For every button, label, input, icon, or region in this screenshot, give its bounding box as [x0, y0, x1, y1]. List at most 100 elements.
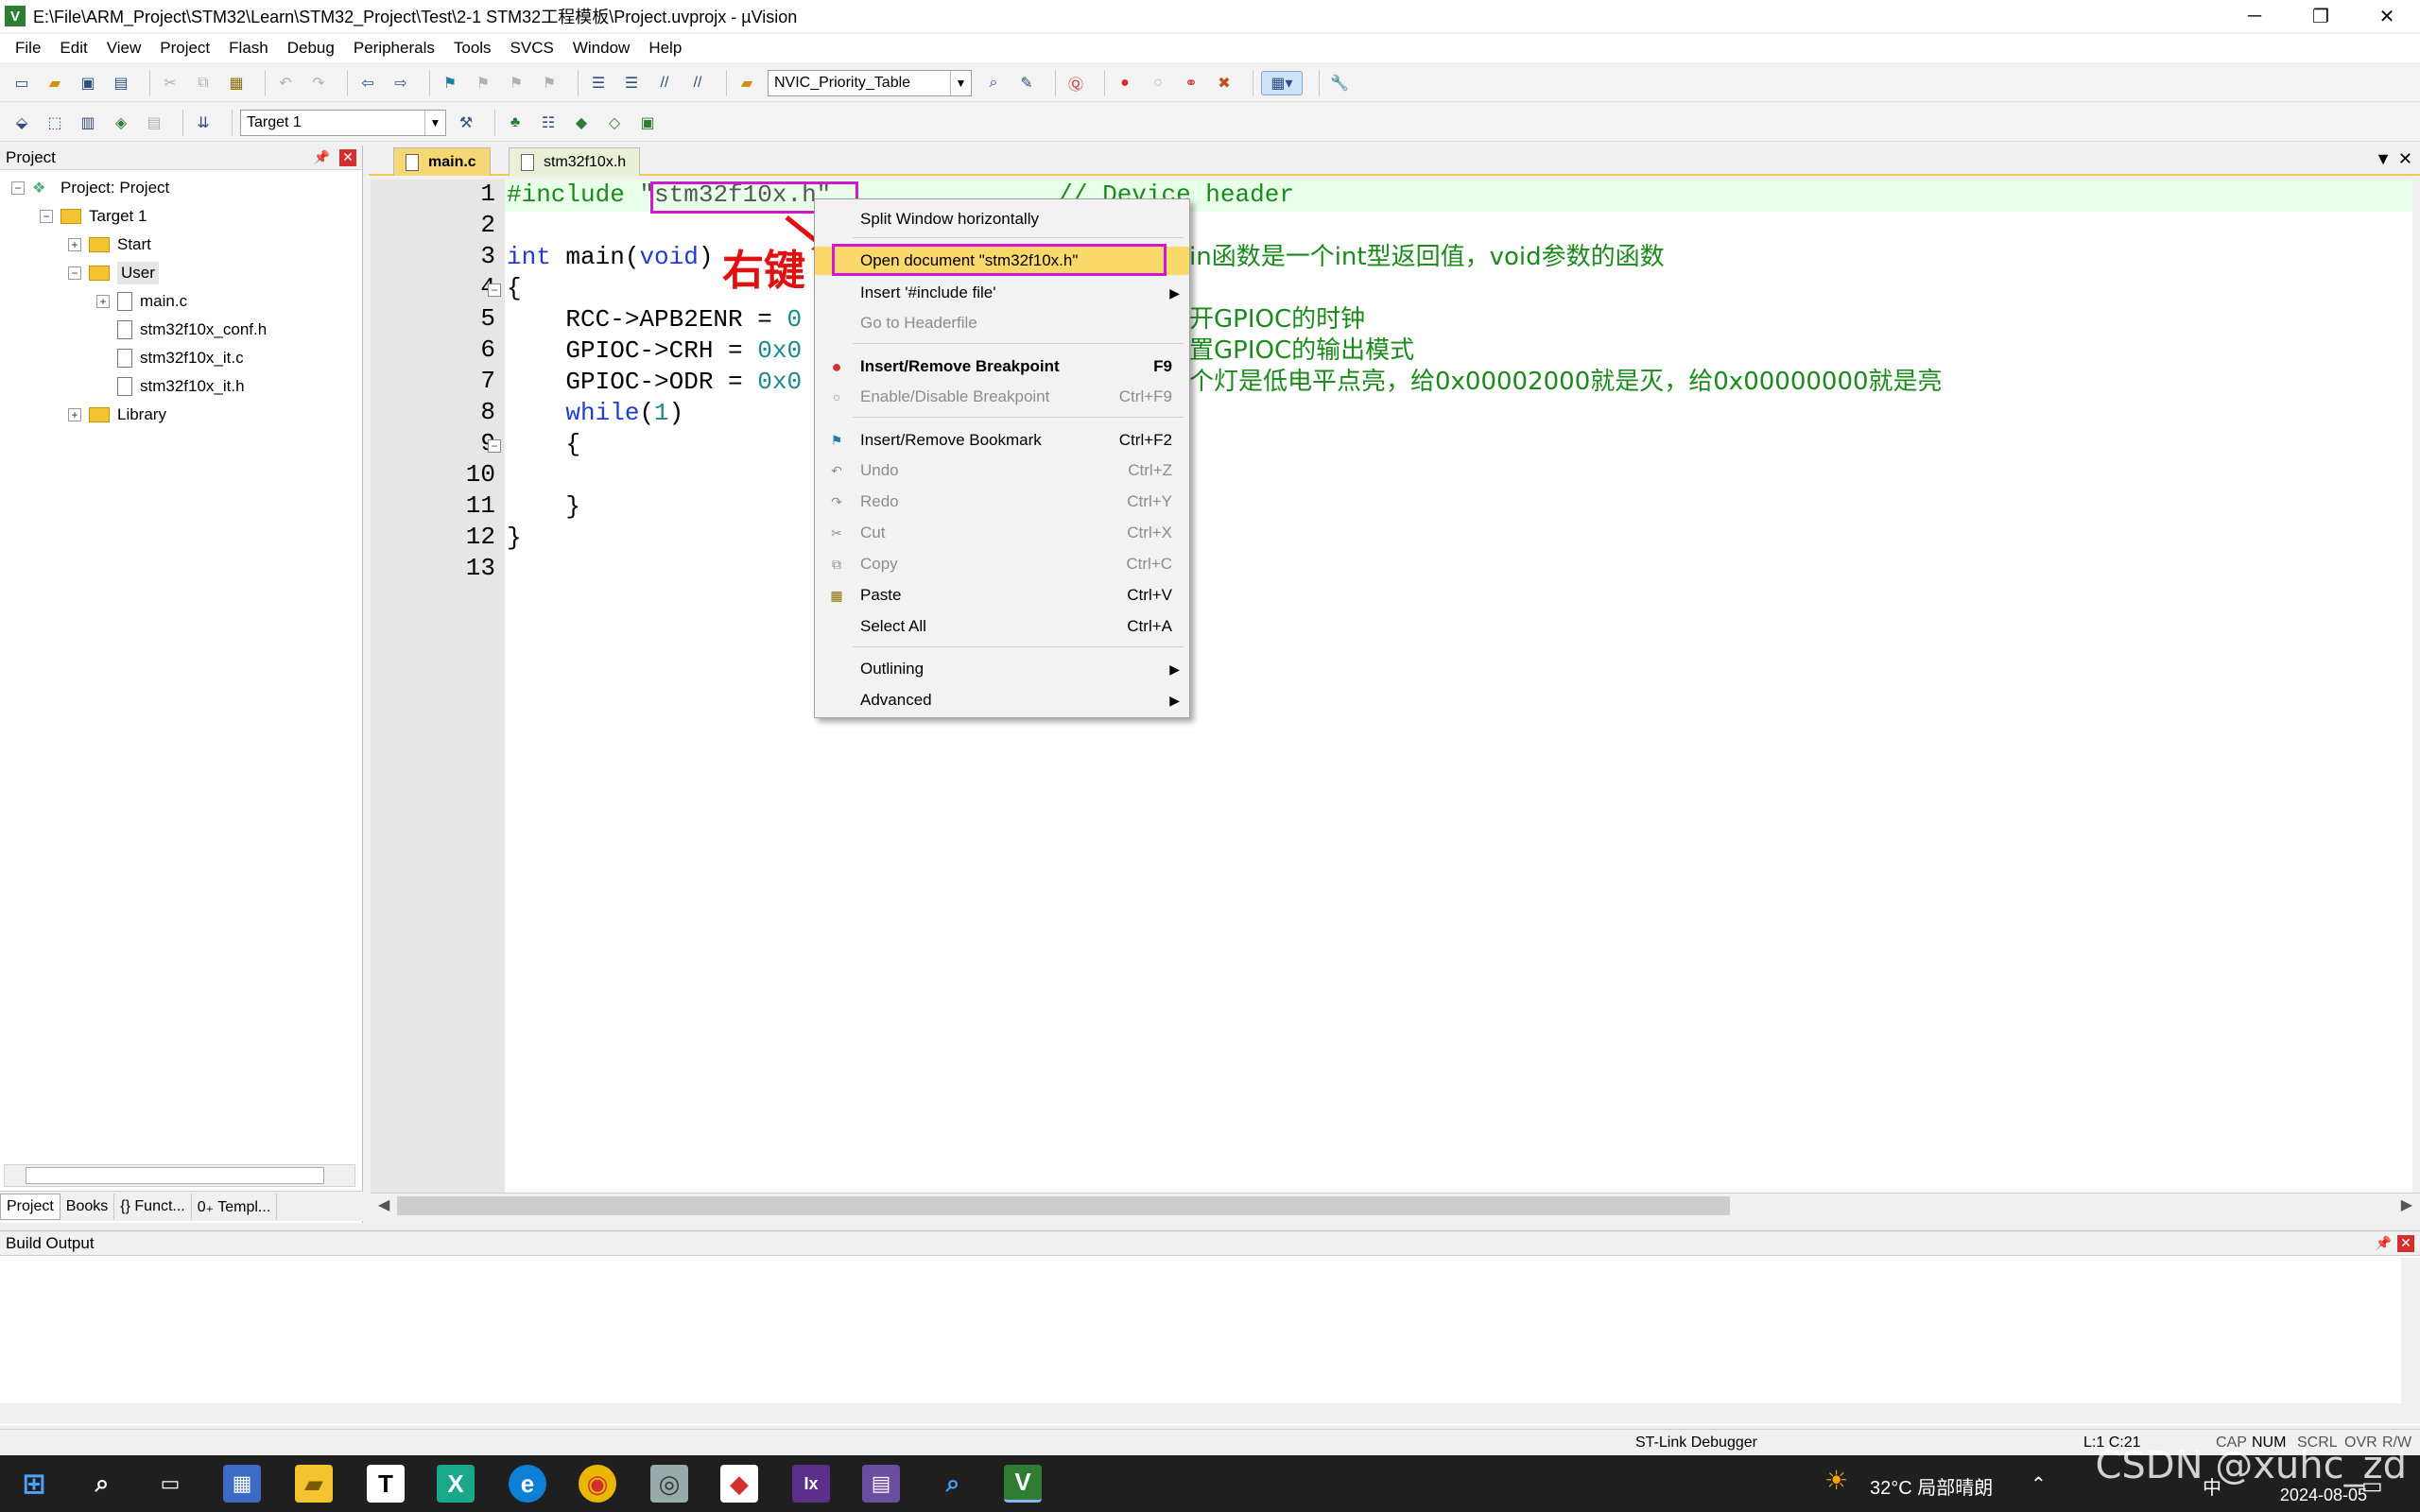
- menu-item-insert-breakpoint[interactable]: ● Insert/Remove Breakpoint F9: [815, 352, 1189, 381]
- tree-file-conf-h[interactable]: stm32f10x_conf.h: [117, 316, 267, 344]
- editor-horizontal-scrollbar[interactable]: ◀ ▶: [371, 1193, 2420, 1217]
- scroll-right-icon[interactable]: ▶: [2401, 1195, 2412, 1214]
- target-combo[interactable]: Target 1 ▼: [240, 109, 446, 136]
- menu-item-advanced[interactable]: Advanced ▶: [815, 686, 1189, 714]
- tree-group-user[interactable]: − User: [68, 259, 159, 287]
- tab-list-icon[interactable]: ▼: [2375, 149, 2392, 169]
- menu-item-redo[interactable]: ↷ Redo Ctrl+Y: [815, 488, 1189, 516]
- next-bookmark-icon[interactable]: ⚑: [504, 71, 528, 95]
- task-view-icon[interactable]: ▭: [151, 1465, 189, 1503]
- new-file-icon[interactable]: ▭: [9, 71, 34, 95]
- batch-build-icon[interactable]: ◈: [109, 111, 133, 135]
- everything-search-icon[interactable]: ⌕: [934, 1465, 972, 1503]
- collapse-icon[interactable]: −: [68, 266, 81, 280]
- incremental-find-icon[interactable]: ✎: [1014, 71, 1039, 95]
- rebuild-icon[interactable]: ▥: [76, 111, 100, 135]
- pack-installer-icon[interactable]: ◆: [569, 111, 594, 135]
- file-explorer-icon[interactable]: ▰: [295, 1465, 333, 1503]
- scroll-left-icon[interactable]: ◀: [378, 1195, 389, 1214]
- redo-icon[interactable]: ↷: [306, 71, 331, 95]
- configure-icon[interactable]: 🔧: [1327, 71, 1352, 95]
- calculator-icon[interactable]: ▦: [223, 1465, 261, 1503]
- pin-icon[interactable]: 📌: [314, 149, 330, 165]
- cut-icon[interactable]: ✂: [158, 71, 182, 95]
- comment-icon[interactable]: //: [652, 71, 677, 95]
- navigate-forward-icon[interactable]: ⇨: [389, 71, 413, 95]
- tree-target[interactable]: − Target 1: [40, 202, 147, 231]
- target-options-icon[interactable]: ⚒: [454, 111, 478, 135]
- paste-icon[interactable]: ▦: [224, 71, 249, 95]
- menu-item-undo[interactable]: ↶ Undo Ctrl+Z: [815, 456, 1189, 485]
- tree-file-it-c[interactable]: stm32f10x_it.c: [117, 344, 244, 372]
- taskbar-date[interactable]: 2024-08-05: [2280, 1486, 2367, 1505]
- close-icon[interactable]: ✕: [339, 148, 356, 166]
- window-layout-icon[interactable]: ▦▾: [1261, 70, 1303, 95]
- find-icon[interactable]: ⌕: [981, 71, 1006, 95]
- tree-file-it-h[interactable]: stm32f10x_it.h: [117, 372, 245, 401]
- prev-bookmark-icon[interactable]: ⚑: [471, 71, 495, 95]
- find-in-files-icon[interactable]: ▰: [735, 71, 759, 95]
- tab-templates[interactable]: 0₊ Templ...: [192, 1193, 278, 1220]
- search-icon[interactable]: ⌕: [83, 1465, 121, 1503]
- build-output-vertical-scrollbar[interactable]: [2401, 1258, 2420, 1424]
- menu-item-cut[interactable]: ✂ Cut Ctrl+X: [815, 519, 1189, 547]
- weather-text[interactable]: 32°C 局部晴朗: [1870, 1472, 1993, 1500]
- stop-build-icon[interactable]: ▤: [142, 111, 166, 135]
- fold-collapse-icon[interactable]: −: [488, 439, 501, 453]
- save-icon[interactable]: ▣: [76, 71, 100, 95]
- typora-icon[interactable]: T: [367, 1465, 405, 1503]
- navigate-back-icon[interactable]: ⇦: [355, 71, 380, 95]
- menu-peripherals[interactable]: Peripherals: [344, 39, 444, 58]
- uncomment-icon[interactable]: //: [685, 71, 710, 95]
- open-file-icon[interactable]: ▰: [43, 71, 67, 95]
- edge-browser-icon[interactable]: e: [509, 1465, 546, 1503]
- project-horizontal-scrollbar[interactable]: [4, 1164, 355, 1187]
- file-extensions-icon[interactable]: ☷: [536, 111, 561, 135]
- tree-root[interactable]: − ❖ Project: Project: [11, 174, 169, 202]
- app-icon[interactable]: Ix: [792, 1465, 830, 1503]
- unindent-icon[interactable]: ☰: [619, 71, 644, 95]
- collapse-icon[interactable]: −: [11, 181, 25, 195]
- tab-stm32f10x-h[interactable]: stm32f10x.h: [509, 147, 641, 176]
- debug-session-icon[interactable]: Ⓠ: [1063, 71, 1088, 95]
- windows-start-icon[interactable]: ⊞: [15, 1465, 53, 1503]
- menu-help[interactable]: Help: [639, 39, 691, 58]
- save-all-icon[interactable]: ▤: [109, 71, 133, 95]
- scrollbar-thumb[interactable]: [26, 1167, 324, 1184]
- tree-group-library[interactable]: + Library: [68, 401, 166, 429]
- disable-breakpoint-icon[interactable]: ○: [1146, 71, 1170, 95]
- undo-icon[interactable]: ↶: [273, 71, 298, 95]
- tab-project[interactable]: Project: [0, 1193, 60, 1220]
- pin-icon[interactable]: 📌: [2376, 1235, 2392, 1251]
- indent-icon[interactable]: ☰: [586, 71, 611, 95]
- menu-flash[interactable]: Flash: [219, 39, 278, 58]
- close-tab-icon[interactable]: ✕: [2398, 149, 2412, 169]
- menu-item-copy[interactable]: ⧉ Copy Ctrl+C: [815, 550, 1189, 578]
- menu-item-go-to-headerfile[interactable]: Go to Headerfile: [815, 309, 1189, 337]
- menu-item-enable-breakpoint[interactable]: ○ Enable/Disable Breakpoint Ctrl+F9: [815, 383, 1189, 411]
- app-icon[interactable]: ◆: [720, 1465, 758, 1503]
- expand-icon[interactable]: +: [96, 295, 110, 308]
- select-software-packs-icon[interactable]: ◇: [602, 111, 627, 135]
- close-icon[interactable]: ✕: [2397, 1234, 2414, 1252]
- minimize-button[interactable]: ─: [2221, 0, 2288, 32]
- tab-main-c[interactable]: main.c: [393, 147, 491, 176]
- app-icon[interactable]: ◎: [650, 1465, 688, 1503]
- scrollbar-thumb[interactable]: [397, 1196, 1730, 1215]
- menu-file[interactable]: File: [6, 39, 50, 58]
- menu-item-insert-include[interactable]: Insert '#include file' ▶: [815, 279, 1189, 307]
- menu-window[interactable]: Window: [563, 39, 639, 58]
- weather-icon[interactable]: ☀: [1824, 1465, 1848, 1496]
- clear-bookmarks-icon[interactable]: ⚑: [537, 71, 562, 95]
- manage-components-icon[interactable]: ♣: [503, 111, 527, 135]
- disable-all-breakpoints-icon[interactable]: ⚭: [1179, 71, 1203, 95]
- chrome-browser-icon[interactable]: ◉: [579, 1465, 616, 1503]
- download-icon[interactable]: ⇊: [191, 111, 216, 135]
- expand-icon[interactable]: +: [68, 408, 81, 421]
- menu-project[interactable]: Project: [150, 39, 219, 58]
- breakpoint-icon[interactable]: ●: [1113, 71, 1137, 95]
- menu-item-insert-bookmark[interactable]: ⚑ Insert/Remove Bookmark Ctrl+F2: [815, 426, 1189, 455]
- menu-item-outlining[interactable]: Outlining ▶: [815, 655, 1189, 683]
- menu-item-paste[interactable]: ▦ Paste Ctrl+V: [815, 581, 1189, 610]
- close-window-button[interactable]: ✕: [2354, 0, 2420, 32]
